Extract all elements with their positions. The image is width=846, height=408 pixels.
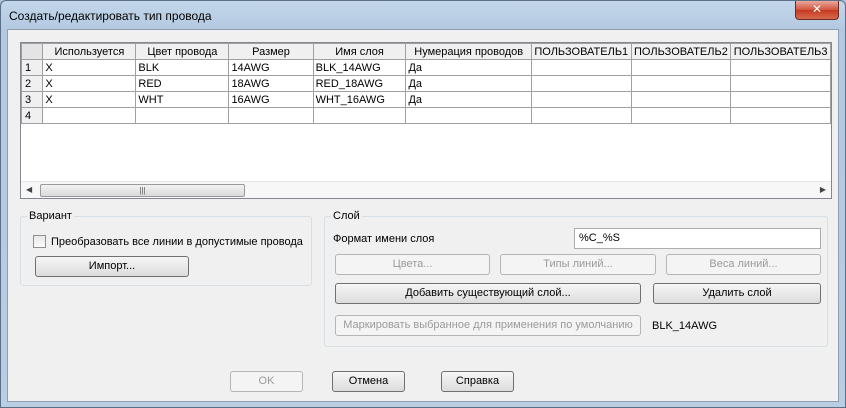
table-cell[interactable]: BLK: [135, 59, 230, 76]
colors-button[interactable]: Цвета...: [335, 254, 490, 275]
table-cell[interactable]: [630, 59, 732, 76]
table-cell[interactable]: [730, 91, 831, 108]
table-row[interactable]: 2 X RED 18AWG RED_18AWG Да: [21, 75, 831, 92]
default-layer-value: BLK_14AWG: [652, 320, 718, 332]
table-cell[interactable]: X: [42, 91, 137, 108]
title-bar[interactable]: Создать/редактировать тип провода ✕: [1, 1, 845, 29]
layer-group-label: Слой: [331, 210, 362, 222]
table-cell[interactable]: [530, 59, 632, 76]
table-row[interactable]: 4: [21, 107, 831, 124]
row-header[interactable]: 3: [21, 91, 44, 108]
add-existing-layer-button[interactable]: Добавить существующий слой...: [335, 283, 641, 304]
wire-type-table: Используется Цвет провода Размер Имя слоя Ну…: [21, 43, 831, 124]
column-header[interactable]: Используется: [42, 43, 137, 60]
table-cell[interactable]: [630, 91, 732, 108]
layer-group: Слой Формат имени слоя %C_%S Цвета... Ти…: [324, 210, 828, 347]
grid-corner-cell[interactable]: [21, 43, 44, 60]
table-row[interactable]: 1 X BLK 14AWG BLK_14AWG Да: [21, 59, 831, 76]
convert-lines-label[interactable]: Преобразовать все линии в допустимые про…: [51, 236, 303, 248]
lineweights-button[interactable]: Веса линий...: [666, 254, 821, 275]
ok-button[interactable]: OK: [230, 371, 303, 392]
column-header[interactable]: ПОЛЬЗОВАТЕЛЬ3: [730, 43, 831, 60]
linetypes-button[interactable]: Типы линий...: [500, 254, 656, 275]
scroll-right-icon[interactable]: ▶: [820, 185, 826, 194]
convert-lines-checkbox[interactable]: [33, 235, 46, 248]
delete-layer-button[interactable]: Удалить слой: [653, 283, 821, 304]
dialog-window: Создать/редактировать тип провода ✕ Испо…: [0, 0, 846, 408]
wire-type-grid[interactable]: Используется Цвет провода Размер Имя слоя Ну…: [20, 42, 832, 199]
table-cell[interactable]: [228, 107, 314, 124]
row-header[interactable]: 4: [21, 107, 44, 124]
table-cell[interactable]: [730, 59, 831, 76]
table-cell[interactable]: WHT: [135, 91, 230, 108]
column-header[interactable]: ПОЛЬЗОВАТЕЛЬ2: [630, 43, 732, 60]
table-cell[interactable]: [730, 107, 831, 124]
table-cell[interactable]: [312, 107, 407, 124]
column-header[interactable]: Цвет провода: [135, 43, 230, 60]
table-cell[interactable]: [630, 107, 732, 124]
table-cell[interactable]: 16AWG: [228, 91, 314, 108]
close-button[interactable]: ✕: [795, 1, 839, 20]
column-header[interactable]: Имя слоя: [312, 43, 407, 60]
table-cell[interactable]: [730, 75, 831, 92]
variant-group-label: Вариант: [27, 210, 74, 222]
horizontal-scrollbar[interactable]: ◀ ||| ▶: [21, 181, 831, 198]
layer-format-label: Формат имени слоя: [333, 233, 435, 245]
table-cell[interactable]: X: [42, 59, 137, 76]
table-cell[interactable]: WHT_16AWG: [312, 91, 407, 108]
help-button[interactable]: Справка: [441, 371, 514, 392]
table-cell[interactable]: [530, 75, 632, 92]
variant-group: Вариант Преобразовать все линии в допуст…: [20, 210, 312, 286]
table-cell[interactable]: 18AWG: [228, 75, 314, 92]
import-button[interactable]: Импорт...: [35, 256, 189, 277]
dialog-client-area: Используется Цвет провода Размер Имя слоя Ну…: [7, 29, 839, 402]
row-header[interactable]: 1: [21, 59, 44, 76]
table-cell[interactable]: [405, 107, 532, 124]
table-row[interactable]: 3 X WHT 16AWG WHT_16AWG Да: [21, 91, 831, 108]
table-cell[interactable]: [530, 107, 632, 124]
table-cell[interactable]: Да: [405, 91, 532, 108]
table-cell[interactable]: [42, 107, 137, 124]
table-cell[interactable]: 14AWG: [228, 59, 314, 76]
close-icon: ✕: [811, 2, 823, 16]
mark-default-button[interactable]: Маркировать выбранное для применения по …: [335, 315, 641, 336]
table-cell[interactable]: RED_18AWG: [312, 75, 407, 92]
table-cell[interactable]: RED: [135, 75, 230, 92]
column-header[interactable]: ПОЛЬЗОВАТЕЛЬ1: [530, 43, 632, 60]
table-cell[interactable]: [530, 91, 632, 108]
table-cell[interactable]: Да: [405, 59, 532, 76]
row-header[interactable]: 2: [21, 75, 44, 92]
column-header[interactable]: Размер: [228, 43, 314, 60]
cancel-button[interactable]: Отмена: [332, 371, 405, 392]
layer-format-input[interactable]: %C_%S: [574, 228, 821, 249]
table-cell[interactable]: Да: [405, 75, 532, 92]
table-cell[interactable]: X: [42, 75, 137, 92]
column-header[interactable]: Нумерация проводов: [405, 43, 532, 60]
table-cell[interactable]: [135, 107, 230, 124]
scroll-left-icon[interactable]: ◀: [26, 185, 32, 194]
table-cell[interactable]: BLK_14AWG: [312, 59, 407, 76]
scroll-thumb[interactable]: |||: [40, 184, 245, 197]
window-title: Создать/редактировать тип провода: [9, 9, 212, 23]
table-cell[interactable]: [630, 75, 732, 92]
